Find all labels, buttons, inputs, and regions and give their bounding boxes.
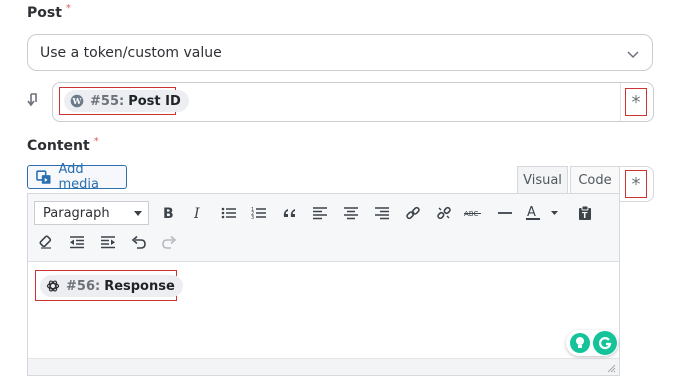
blockquote-icon[interactable] [279,202,301,224]
svg-text:B: B [163,206,174,220]
editor-status-bar [28,358,619,375]
undo-icon[interactable] [128,231,150,253]
token-arrow-icon [27,93,37,107]
wordpress-icon: W [70,94,84,108]
paste-text-icon[interactable]: T [574,202,596,224]
unlink-icon[interactable] [433,202,455,224]
svg-text:W: W [72,96,83,106]
format-select[interactable]: Paragraph [34,201,149,225]
resize-grip-icon[interactable] [606,363,616,373]
format-select-value: Paragraph [43,205,110,221]
align-center-icon[interactable] [340,202,362,224]
lightbulb-icon[interactable] [570,333,590,353]
horizontal-line-icon[interactable] [494,202,516,224]
numbered-list-icon[interactable]: 123 [248,202,270,224]
media-icon [36,169,51,184]
response-token[interactable]: #56: Response [40,275,183,297]
strikethrough-icon[interactable]: ABC [463,202,485,224]
openai-icon [46,280,60,292]
tab-visual-label: Visual [523,173,562,188]
content-label: Content * [27,136,99,154]
svg-text:T: T [582,211,588,220]
clear-formatting-icon[interactable] [35,231,57,253]
chevron-down-icon [627,51,639,59]
tab-visual[interactable]: Visual [517,166,568,194]
content-custom-value-toggle[interactable]: * [625,170,647,198]
outdent-icon[interactable] [66,231,88,253]
add-media-label: Add media [58,162,99,192]
bullet-list-icon[interactable] [218,202,240,224]
grammarly-icon[interactable] [593,331,617,355]
post-source-select[interactable]: Use a token/custom value [27,34,653,71]
token-name: Post ID [128,93,181,109]
content-label-text: Content [27,138,90,154]
token-name: Response [104,278,175,294]
post-label-text: Post [27,5,62,21]
editor-toolbar: Paragraph B I 123 A T [28,194,619,262]
form-panel: Post * Use a token/custom value W #55: Po… [0,0,680,383]
align-left-icon[interactable] [309,202,331,224]
svg-text:I: I [193,206,200,220]
token-number: #55: [90,93,125,109]
post-id-token[interactable]: W #55: Post ID [64,90,189,112]
required-mark: * [93,136,99,147]
caret-down-icon [134,211,142,216]
post-label: Post * [27,3,71,21]
align-right-icon[interactable] [371,202,393,224]
tab-code-label: Code [578,173,612,188]
link-icon[interactable] [402,202,424,224]
bold-icon[interactable]: B [157,202,179,224]
field-divider [620,83,621,121]
asterisk-icon: * [631,91,641,113]
svg-text:A: A [527,205,536,220]
tab-code[interactable]: Code [570,166,620,194]
asterisk-icon: * [631,173,641,195]
post-custom-value-toggle[interactable]: * [625,88,647,116]
svg-text:3: 3 [251,215,254,220]
token-number: #56: [66,278,101,294]
post-source-value: Use a token/custom value [40,45,222,61]
text-color-icon[interactable]: A [525,202,561,224]
italic-icon[interactable]: I [187,202,209,224]
indent-icon[interactable] [97,231,119,253]
required-mark: * [65,3,71,14]
redo-icon[interactable] [158,231,180,253]
add-media-button[interactable]: Add media [27,162,127,192]
